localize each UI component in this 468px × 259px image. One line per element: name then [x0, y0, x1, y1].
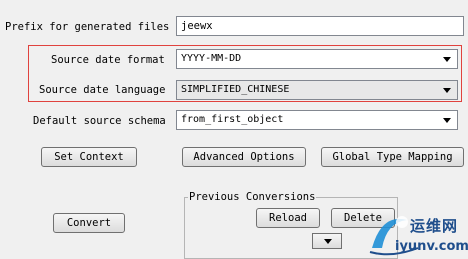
watermark-text-cn: 运维网 — [410, 217, 459, 235]
set-context-button[interactable]: Set Context — [41, 147, 137, 167]
convert-button[interactable]: Convert — [53, 213, 125, 233]
dropdown-arrow-icon — [443, 57, 451, 62]
conversions-dropdown[interactable] — [312, 233, 342, 249]
global-type-mapping-button[interactable]: Global Type Mapping — [321, 147, 464, 167]
date-language-label: Source date language — [39, 84, 166, 96]
date-format-select[interactable]: YYYY-MM-DD — [176, 49, 458, 69]
prefix-label: Prefix for generated files — [5, 21, 170, 33]
schema-value: from_first_object — [181, 114, 284, 125]
reload-button[interactable]: Reload — [256, 208, 320, 228]
date-language-value: SIMPLIFIED_CHINESE — [181, 84, 290, 95]
date-format-value: YYYY-MM-DD — [181, 53, 242, 64]
date-format-label: Source date format — [51, 54, 165, 66]
watermark-text-url: iyunv.com — [395, 239, 468, 254]
date-language-select[interactable]: SIMPLIFIED_CHINESE — [176, 80, 458, 100]
schema-label: Default source schema — [33, 115, 166, 127]
prefix-input[interactable]: jeewx — [176, 16, 464, 36]
advanced-options-button[interactable]: Advanced Options — [182, 147, 306, 167]
previous-conversions-title: Previous Conversions — [188, 191, 317, 204]
schema-select[interactable]: from_first_object — [176, 110, 458, 130]
dropdown-arrow-icon — [324, 239, 332, 244]
dropdown-arrow-icon — [443, 88, 451, 93]
dropdown-arrow-icon — [443, 118, 451, 123]
